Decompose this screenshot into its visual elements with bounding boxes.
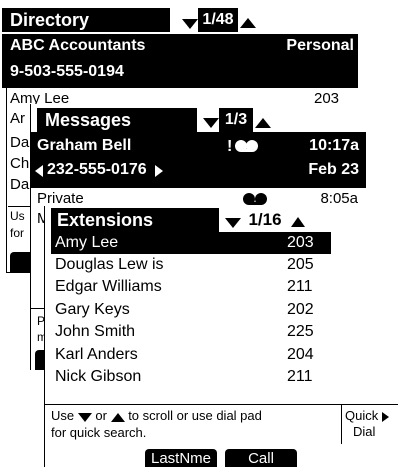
extension-number: 205 xyxy=(287,256,314,273)
extension-number: 211 xyxy=(287,278,313,295)
scroll-up-icon[interactable] xyxy=(255,114,271,132)
directory-partial-row: Da xyxy=(10,134,30,151)
caller-time: 10:17a xyxy=(309,137,359,154)
hint-scroll: to scroll or use dial pad xyxy=(128,408,262,423)
extensions-pager-text: 1/16 xyxy=(248,210,282,229)
svg-text:!: ! xyxy=(227,138,232,154)
directory-hint-partial: Us xyxy=(10,209,25,223)
right-arrow-icon[interactable] xyxy=(155,165,163,177)
extension-name: Gary Keys xyxy=(55,301,130,318)
lastname-softkey-label: LastNme xyxy=(150,450,212,467)
dial-label: Dial xyxy=(353,424,376,439)
quick-label: Quick xyxy=(345,408,379,423)
hint-use: Use xyxy=(51,408,75,423)
call-softkey-label: Call xyxy=(248,450,274,467)
directory-title: Directory xyxy=(10,10,90,30)
hint-line2: for quick search. xyxy=(51,424,147,440)
directory-partial-row: Da xyxy=(10,176,30,193)
messages-pager-text: 1/3 xyxy=(224,111,248,128)
extension-name: John Smith xyxy=(55,323,136,340)
directory-pager: 1/48 xyxy=(198,8,238,32)
extension-number: 202 xyxy=(287,301,314,318)
directory-hint-partial: for xyxy=(10,226,25,240)
private-message-time: 8:05a xyxy=(320,190,358,207)
left-arrow-icon[interactable] xyxy=(35,165,43,177)
directory-divider xyxy=(8,206,32,207)
call-softkey[interactable]: Call xyxy=(225,449,297,467)
lastname-softkey[interactable]: LastNme xyxy=(145,449,217,467)
private-message-label[interactable]: Private xyxy=(37,190,84,207)
directory-selected-entry[interactable]: ABC Accountants Personal 9-503-555-0194 xyxy=(2,34,358,88)
quick-dial-divider xyxy=(341,404,342,444)
extension-number: 203 xyxy=(287,234,314,251)
directory-partial-row: Ar xyxy=(10,110,25,127)
selected-entry-type: Personal xyxy=(286,37,354,54)
scroll-down-icon[interactable] xyxy=(182,15,198,33)
extension-row[interactable]: Edgar Williams 211 xyxy=(51,276,331,298)
directory-partial-row: Ch xyxy=(10,155,30,172)
extension-row[interactable]: Douglas Lew is 205 xyxy=(51,254,331,276)
extension-name: Amy Lee xyxy=(55,234,119,251)
extension-row[interactable]: Gary Keys 202 xyxy=(51,299,331,321)
extensions-title-bar: Extensions xyxy=(51,208,219,232)
extension-row-selected[interactable]: Amy Lee 203 xyxy=(51,232,331,254)
directory-pager-text: 1/48 xyxy=(202,11,234,28)
scroll-down-icon[interactable] xyxy=(225,214,241,232)
messages-selected-entry[interactable]: Graham Bell ! 10:17a 232-555-0176 Feb 23 xyxy=(31,132,366,188)
scroll-down-icon[interactable] xyxy=(203,114,219,132)
extension-number: 204 xyxy=(287,346,314,363)
selected-entry-name: ABC Accountants xyxy=(10,37,146,54)
hint-or: or xyxy=(95,408,107,423)
scroll-up-icon[interactable] xyxy=(291,213,305,231)
extensions-hint: Use or to scroll or use dial pad for qui… xyxy=(51,408,341,441)
messages-title: Messages xyxy=(45,110,132,130)
caller-name: Graham Bell xyxy=(37,137,132,154)
extension-number: 225 xyxy=(287,323,314,340)
messages-pager: 1/3 xyxy=(219,108,253,132)
extension-name: Karl Anders xyxy=(55,346,138,363)
extensions-hint-divider xyxy=(45,404,398,405)
directory-title-bar: Directory xyxy=(2,8,170,32)
messages-title-bar: Messages xyxy=(37,108,197,132)
directory-left-border xyxy=(6,88,7,272)
scroll-up-icon[interactable] xyxy=(240,14,256,32)
extension-name: Douglas Lew is xyxy=(55,256,164,273)
scroll-down-icon xyxy=(77,409,92,425)
extensions-pager: 1/16 xyxy=(243,208,287,232)
right-arrow-icon xyxy=(381,411,389,422)
voicemail-icon: ! xyxy=(227,136,261,159)
extension-name: Edgar Williams xyxy=(55,278,162,295)
selected-entry-phone: 9-503-555-0194 xyxy=(10,63,124,80)
extensions-panel: Extensions 1/16 Amy Lee 203 Douglas Lew … xyxy=(44,206,398,467)
extension-name: Nick Gibson xyxy=(55,368,142,385)
caller-phone: 232-555-0176 xyxy=(47,161,147,178)
extension-number: 211 xyxy=(287,368,313,385)
caller-date: Feb 23 xyxy=(308,161,359,178)
extension-row[interactable]: Nick Gibson 211 xyxy=(51,366,331,388)
quick-dial-button[interactable]: Quick Dial xyxy=(345,408,397,440)
scroll-up-icon xyxy=(110,409,125,425)
extension-row[interactable]: John Smith 225 xyxy=(51,321,331,343)
extensions-title: Extensions xyxy=(57,210,154,230)
extension-row[interactable]: Karl Anders 204 xyxy=(51,344,331,366)
